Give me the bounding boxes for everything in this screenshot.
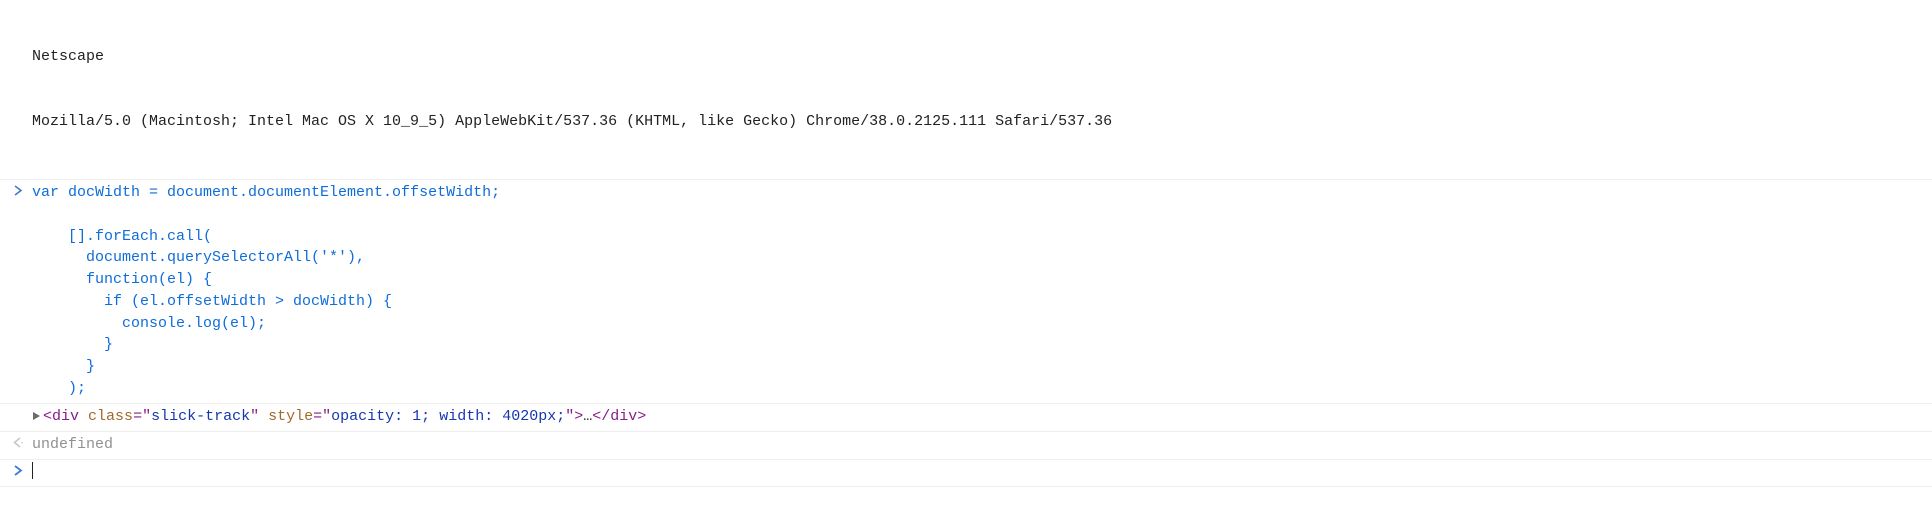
code-line: }: [32, 336, 113, 353]
gutter-spacer: [4, 2, 32, 5]
output-useragent: Mozilla/5.0 (Macintosh; Intel Mac OS X 1…: [32, 111, 1932, 133]
logged-element[interactable]: <div class="slick-track" style="opacity:…: [32, 406, 1932, 429]
dom-tag-open-bracket: <: [43, 408, 52, 425]
code-line: document.querySelectorAll('*'),: [32, 249, 365, 266]
dom-attr-value: slick-track: [151, 408, 250, 425]
code-line: console.log(el);: [32, 315, 266, 332]
console-input-row: var docWidth = document.documentElement.…: [0, 179, 1932, 403]
code-line: if (el.offsetWidth > docWidth) {: [32, 293, 392, 310]
dom-attr-name: style: [268, 408, 313, 425]
code-line: );: [32, 380, 86, 397]
console-input[interactable]: [32, 462, 1932, 484]
dom-tag-name: div: [610, 408, 637, 425]
console-result-row: undefined: [0, 431, 1932, 459]
dom-ellipsis: …: [583, 408, 592, 425]
text-cursor: [32, 462, 33, 479]
dom-attr-value: opacity: 1; width: 4020px;: [331, 408, 565, 425]
code-line: [].forEach.call(: [32, 228, 212, 245]
console-prompt-row[interactable]: [0, 459, 1932, 487]
disclosure-triangle-icon[interactable]: [32, 407, 41, 429]
gutter-spacer: [4, 406, 32, 409]
dom-tag-name: div: [52, 408, 79, 425]
result-undefined: undefined: [32, 434, 1932, 456]
console-log-row[interactable]: <div class="slick-track" style="opacity:…: [0, 403, 1932, 432]
output-netscape: Netscape: [32, 46, 1932, 68]
code-line: var docWidth = document.documentElement.…: [32, 184, 500, 201]
code-line: }: [32, 358, 95, 375]
input-code: var docWidth = document.documentElement.…: [32, 182, 1932, 400]
input-prompt-icon: [4, 182, 32, 196]
result-prompt-icon: [4, 434, 32, 448]
code-line: function(el) {: [32, 271, 212, 288]
console-output-row: Netscape Mozilla/5.0 (Macintosh; Intel M…: [0, 0, 1932, 179]
dom-attr-name: class: [88, 408, 133, 425]
input-prompt-icon: [4, 462, 32, 476]
